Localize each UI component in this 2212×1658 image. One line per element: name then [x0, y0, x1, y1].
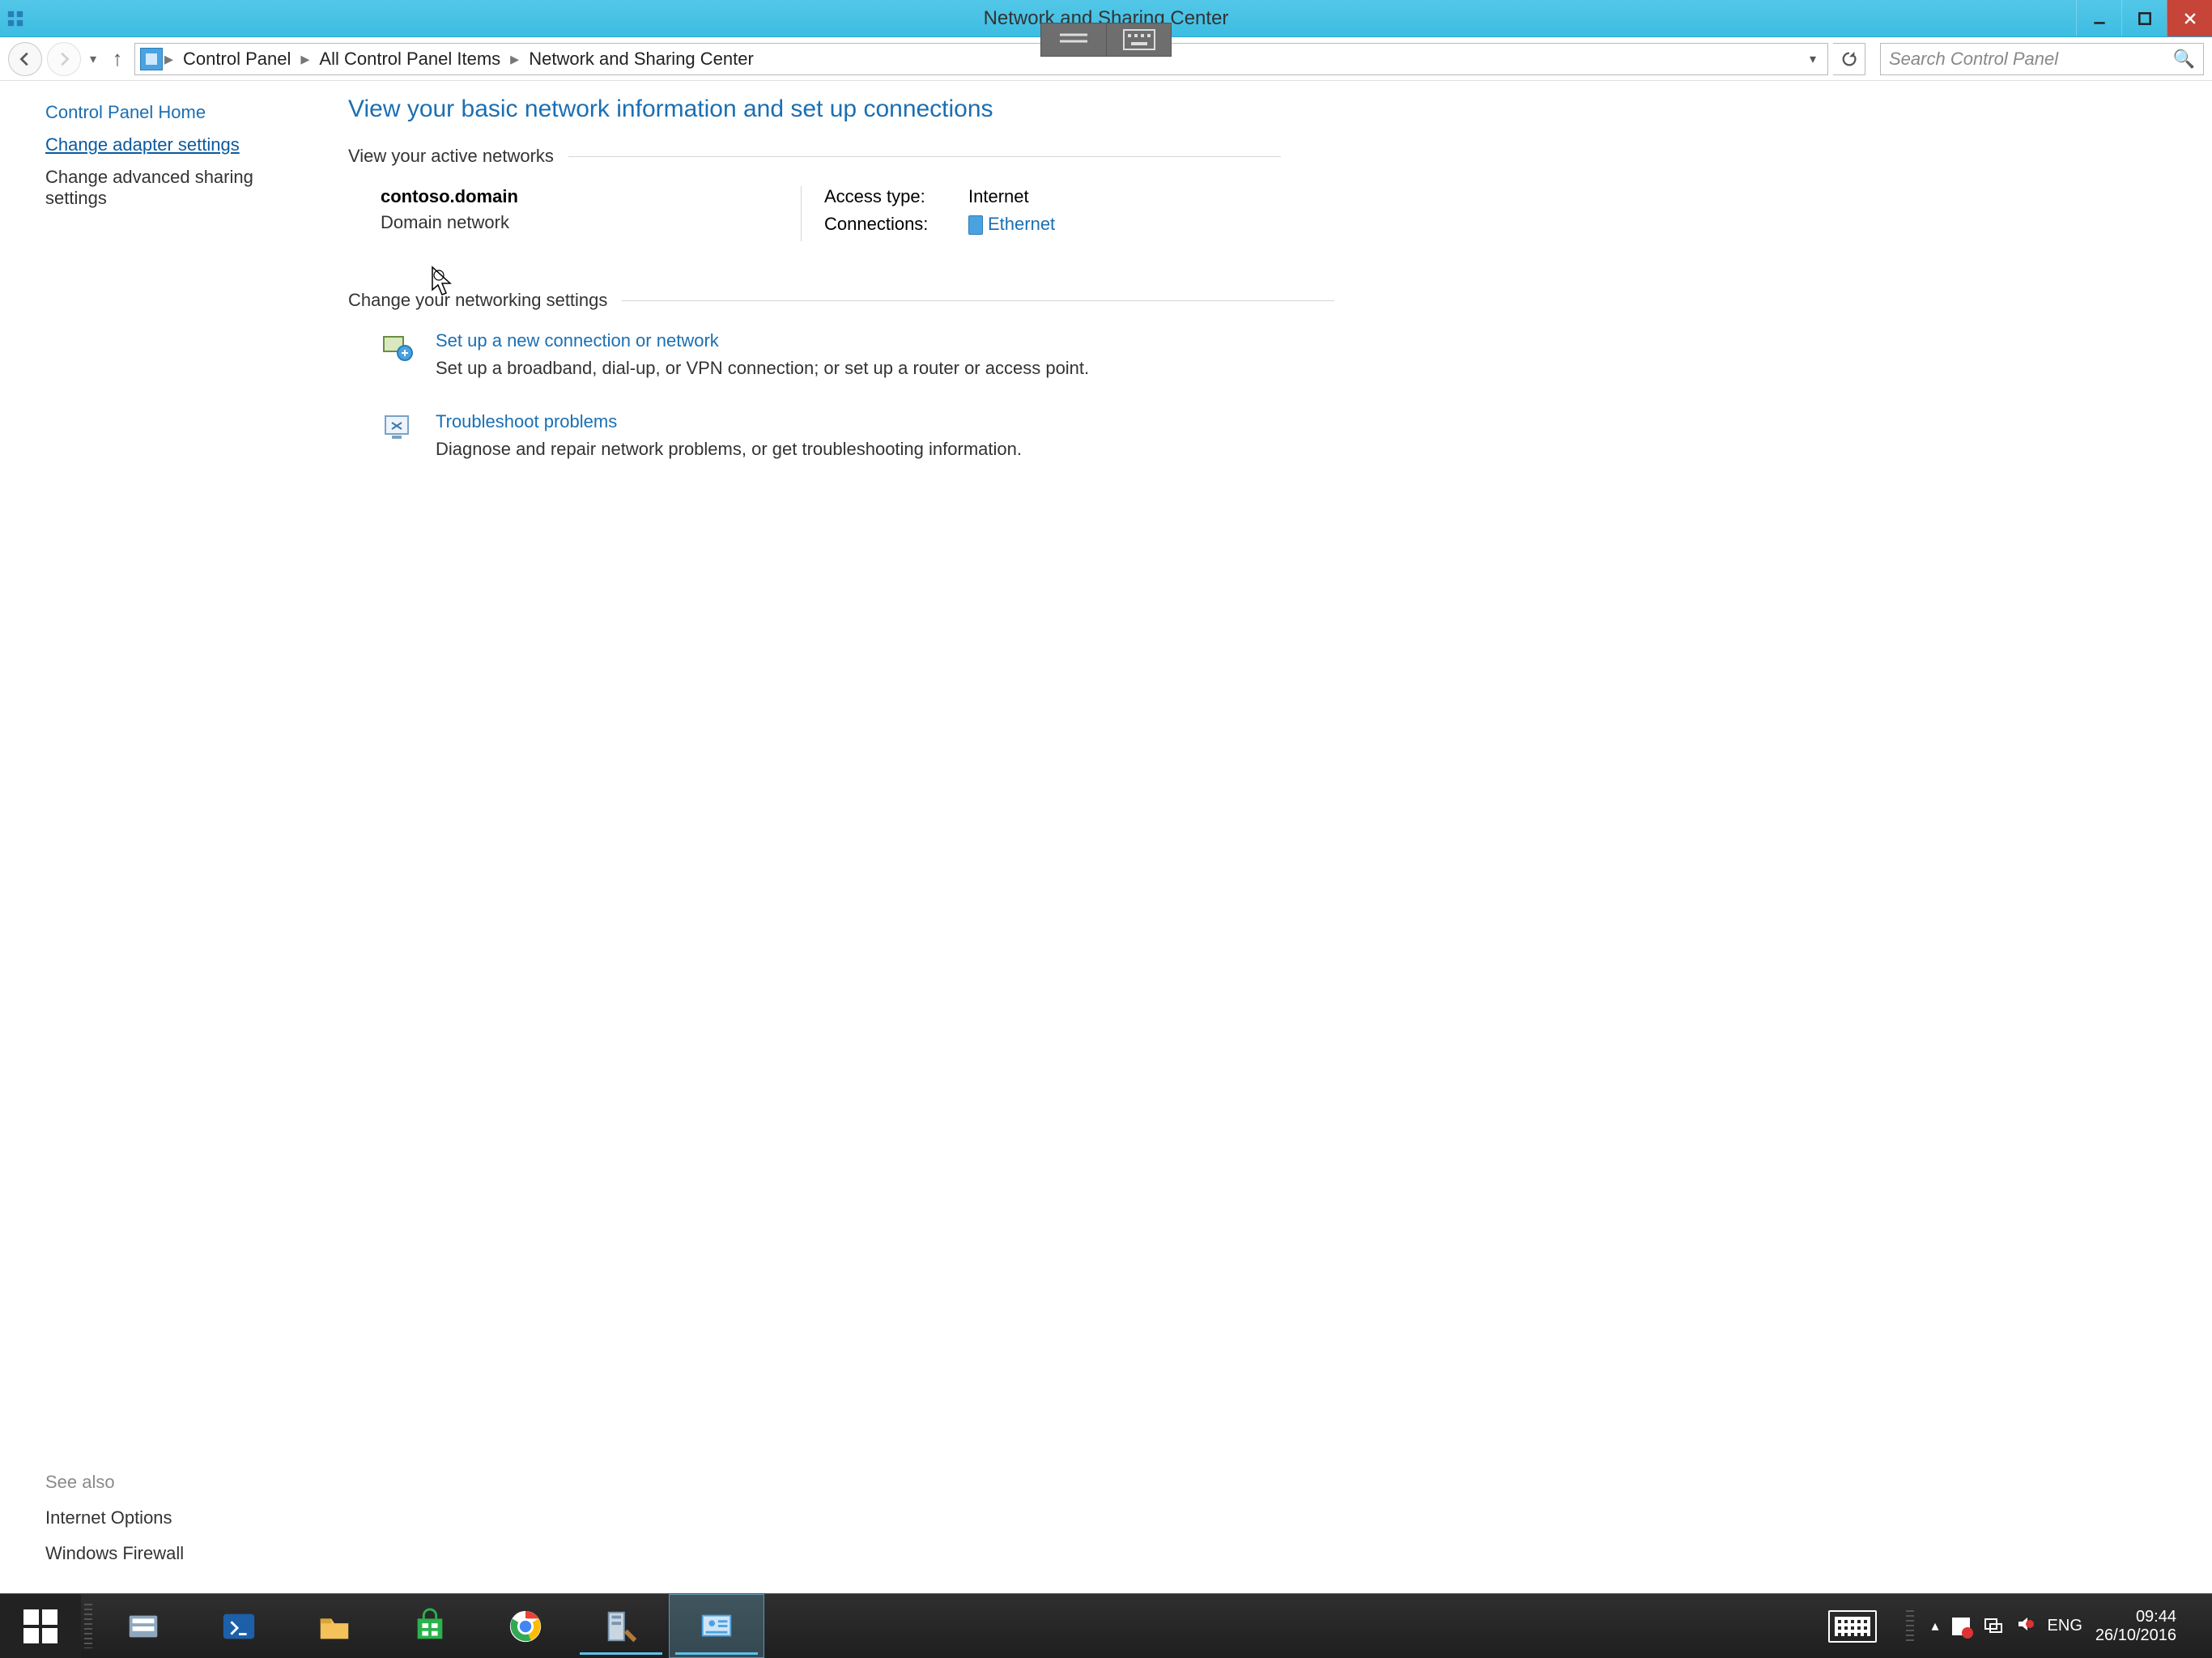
breadcrumb-sep-icon: ▸: [510, 49, 519, 70]
breadcrumb-item[interactable]: All Control Panel Items: [311, 49, 508, 70]
change-adapter-settings-link[interactable]: Change adapter settings: [45, 134, 295, 155]
system-tray: ▴ ENG 09:44 26/10/2016: [1828, 1594, 2212, 1658]
taskbar-chrome[interactable]: [478, 1594, 573, 1658]
sidebar: Control Panel Home Change adapter settin…: [0, 81, 316, 1593]
active-networks-header: View your active networks: [348, 146, 2180, 167]
taskbar-separator: [84, 1604, 92, 1648]
access-type-label: Access type:: [824, 186, 946, 207]
forward-button[interactable]: [47, 42, 81, 76]
overlay-drag-handle-icon[interactable]: [1041, 23, 1106, 56]
taskbar-server-manager[interactable]: [96, 1594, 191, 1658]
breadcrumb-dropdown-icon[interactable]: ▾: [1803, 51, 1823, 67]
refresh-button[interactable]: [1833, 43, 1865, 75]
page-heading: View your basic network information and …: [348, 96, 2180, 123]
app-icon: [0, 0, 31, 36]
tray-action-center-icon[interactable]: [1952, 1618, 1970, 1635]
maximize-button[interactable]: [2121, 0, 2167, 36]
see-also-windows-firewall[interactable]: Windows Firewall: [45, 1543, 295, 1564]
tray-date: 26/10/2016: [2095, 1626, 2176, 1645]
network-identity: contoso.domain Domain network: [348, 186, 802, 241]
recent-locations-dropdown[interactable]: ▾: [86, 51, 100, 67]
tray-time: 09:44: [2095, 1608, 2176, 1626]
divider: [568, 156, 1281, 157]
search-box[interactable]: 🔍: [1880, 43, 2204, 75]
tray-volume-icon[interactable]: [2015, 1614, 2035, 1639]
troubleshoot-icon: [381, 411, 413, 444]
control-panel-home-link[interactable]: Control Panel Home: [45, 102, 295, 123]
breadcrumb-sep-icon: ▸: [164, 49, 173, 70]
up-button[interactable]: ↑: [105, 46, 130, 71]
see-also-header: See also: [45, 1472, 295, 1493]
back-button[interactable]: [8, 42, 42, 76]
overlay-input-bar[interactable]: [1040, 23, 1172, 57]
divider: [622, 300, 1334, 301]
connections-label: Connections:: [824, 214, 946, 235]
tray-on-screen-keyboard-icon[interactable]: [1828, 1610, 1877, 1643]
task-setup-title[interactable]: Set up a new connection or network: [436, 330, 1089, 351]
taskbar: ▴ ENG 09:44 26/10/2016: [0, 1593, 2212, 1658]
main-panel: View your basic network information and …: [316, 81, 2212, 1593]
search-input[interactable]: [1889, 49, 2173, 70]
breadcrumb-sep-icon: ▸: [300, 49, 309, 70]
minimize-button[interactable]: [2076, 0, 2121, 36]
network-name: contoso.domain: [381, 186, 801, 207]
see-also-internet-options[interactable]: Internet Options: [45, 1507, 295, 1528]
close-button[interactable]: [2167, 0, 2212, 36]
task-troubleshoot-desc: Diagnose and repair network problems, or…: [436, 439, 1022, 459]
overlay-keyboard-icon[interactable]: [1106, 23, 1171, 56]
task-troubleshoot-title[interactable]: Troubleshoot problems: [436, 411, 1022, 432]
connection-link[interactable]: Ethernet: [968, 214, 1055, 235]
network-details: Access type: Internet Connections: Ether…: [802, 186, 1055, 241]
tray-network-icon[interactable]: [1983, 1614, 2002, 1639]
control-panel-icon: [140, 48, 163, 70]
tray-overflow-icon[interactable]: ▴: [1932, 1618, 1939, 1635]
ethernet-icon: [968, 215, 983, 235]
taskbar-control-panel[interactable]: [669, 1594, 764, 1658]
search-icon[interactable]: 🔍: [2173, 49, 2195, 70]
active-networks-label: View your active networks: [348, 146, 554, 167]
change-settings-label: Change your networking settings: [348, 290, 607, 311]
taskbar-file-explorer[interactable]: [287, 1594, 382, 1658]
access-type-value: Internet: [968, 186, 1029, 207]
tray-separator: [1906, 1610, 1914, 1643]
tray-language[interactable]: ENG: [2048, 1617, 2082, 1635]
taskbar-windows-store[interactable]: [382, 1594, 478, 1658]
connection-link-text[interactable]: Ethernet: [988, 214, 1055, 234]
change-settings-header: Change your networking settings: [348, 290, 2180, 311]
tray-clock[interactable]: 09:44 26/10/2016: [2095, 1608, 2176, 1645]
change-advanced-sharing-link[interactable]: Change advanced sharing settings: [45, 167, 295, 209]
window-controls: [2076, 0, 2212, 36]
windows-logo-icon: [23, 1609, 57, 1643]
taskbar-server-tools[interactable]: [573, 1594, 669, 1658]
network-type: Domain network: [381, 212, 801, 233]
start-button[interactable]: [0, 1594, 81, 1658]
breadcrumb-item[interactable]: Network and Sharing Center: [521, 49, 762, 70]
breadcrumb-item[interactable]: Control Panel: [175, 49, 299, 70]
task-setup-desc: Set up a broadband, dial-up, or VPN conn…: [436, 358, 1089, 378]
taskbar-powershell[interactable]: [191, 1594, 287, 1658]
active-network-block: contoso.domain Domain network Access typ…: [348, 186, 2180, 241]
breadcrumb-bar[interactable]: ▸ Control Panel ▸ All Control Panel Item…: [134, 43, 1828, 75]
task-setup-connection[interactable]: Set up a new connection or network Set u…: [348, 330, 2180, 379]
setup-connection-icon: [381, 330, 413, 363]
content-area: Control Panel Home Change adapter settin…: [0, 81, 2212, 1593]
task-troubleshoot[interactable]: Troubleshoot problems Diagnose and repai…: [348, 411, 2180, 460]
